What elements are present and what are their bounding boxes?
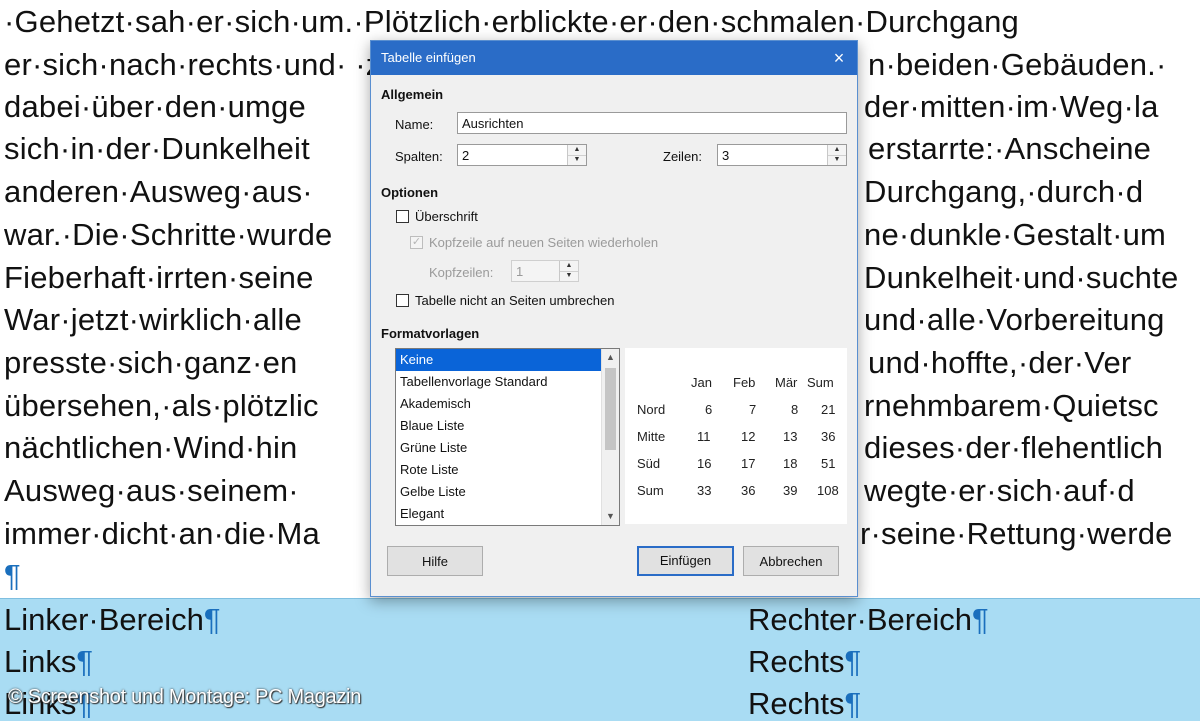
text-line: dieses·der·flehentlich (864, 430, 1164, 465)
preview-row-label: Mitte (637, 429, 666, 444)
preview-cell: 13 (783, 429, 798, 444)
name-label: Name: (395, 117, 434, 132)
list-item[interactable]: Rote Liste (396, 459, 619, 481)
preview-header: Mär (775, 375, 798, 390)
scroll-up-icon[interactable]: ▲ (602, 349, 619, 366)
preview-cell: 51 (821, 456, 836, 471)
heading-label: Überschrift (415, 209, 478, 224)
preview-header: Feb (733, 375, 756, 390)
spin-down-icon[interactable]: ▼ (568, 155, 586, 165)
columns-stepper[interactable]: 2 ▲ ▼ (457, 144, 587, 166)
columns-spin[interactable]: ▲ ▼ (567, 145, 586, 165)
scroll-down-icon[interactable]: ▼ (602, 508, 619, 525)
name-field[interactable]: Ausrichten (457, 112, 847, 134)
preview-cell: 33 (697, 483, 712, 498)
text-line: Durchgang,·durch·d (864, 174, 1144, 209)
preview-cell: 17 (741, 456, 756, 471)
text-line: er·sich·nach·rechts·und· ·zwischen·den·b… (4, 47, 370, 82)
list-item[interactable]: Keine (396, 349, 619, 371)
repeat-header-checkbox[interactable]: ✓ (410, 236, 423, 249)
preview-cell: 21 (821, 402, 836, 417)
preview-cell: 7 (749, 402, 757, 417)
table-cell-left[interactable]: Linker·Bereich¶ (4, 600, 221, 640)
table-cell-right[interactable]: Rechts¶ (748, 684, 861, 724)
text-line: ·Gehetzt·sah·er·sich·um.·Plötzlich·erbli… (4, 4, 1019, 39)
preview-cell: 11 (697, 429, 711, 444)
list-item[interactable]: Akademisch (396, 393, 619, 415)
spin-down-icon[interactable]: ▼ (828, 155, 846, 165)
columns-label: Spalten: (395, 149, 443, 164)
rows-label: Zeilen: (663, 149, 703, 164)
preview-cell: 6 (705, 402, 713, 417)
style-list[interactable]: Keine Tabellenvorlage Standard Akademisc… (395, 348, 620, 526)
scroll-thumb[interactable] (605, 368, 616, 450)
preview-header: Jan (691, 375, 712, 390)
columns-value: 2 (462, 148, 470, 163)
header-rows-spin[interactable]: ▲ ▼ (559, 261, 578, 281)
insert-button[interactable]: Einfügen (637, 546, 734, 576)
preview-cell: 18 (783, 456, 798, 471)
preview-cell: 39 (783, 483, 798, 498)
text-line: rnehmbarem·Quietsc (864, 388, 1159, 423)
text-line: ne·dunkle·Gestalt·um (864, 217, 1167, 252)
no-split-label: Tabelle nicht an Seiten umbrechen (415, 293, 615, 308)
text-line: Dunkelheit·und·suchte (864, 260, 1179, 295)
section-styles: Formatvorlagen (381, 326, 480, 341)
rows-stepper[interactable]: 3 ▲ ▼ (717, 144, 847, 166)
preview-row-label: Sum (637, 483, 664, 498)
close-icon[interactable]: × (821, 41, 857, 75)
dialog-title: Tabelle einfügen (381, 50, 476, 65)
preview-row-label: Süd (637, 456, 661, 471)
header-rows-stepper[interactable]: 1 ▲ ▼ (511, 260, 579, 282)
table-cell-left[interactable]: Links¶ (4, 642, 93, 682)
rows-value: 3 (722, 148, 730, 163)
cancel-button[interactable]: Abbrechen (743, 546, 839, 576)
preview-cell: 8 (791, 402, 799, 417)
list-item[interactable]: Elegant (396, 503, 619, 525)
list-item[interactable]: Gelbe Liste (396, 481, 619, 503)
section-general: Allgemein (381, 87, 444, 102)
list-item[interactable]: Blaue Liste (396, 415, 619, 437)
header-rows-label: Kopfzeilen: (429, 265, 494, 280)
dialog-titlebar[interactable]: Tabelle einfügen × (371, 41, 857, 75)
spin-down-icon[interactable]: ▼ (560, 271, 578, 281)
preview-header: Sum (807, 375, 834, 390)
table-preview: Jan Feb Mär Sum Nord 6 7 8 21 Mitte 11 1… (625, 348, 847, 524)
list-item[interactable]: Tabellenvorlage Standard (396, 371, 619, 393)
text-line: erstarrte:·Anscheine (868, 131, 1152, 166)
text-line: der·mitten·im·Weg·la (864, 89, 1159, 124)
text-line: und·hoffte,·der·Ver (868, 345, 1132, 380)
heading-checkbox[interactable] (396, 210, 409, 223)
preview-cell: 108 (817, 483, 839, 498)
table-cell-right[interactable]: Rechter·Bereich¶ (748, 600, 989, 640)
insert-table-dialog: Tabelle einfügen × Allgemein Name: Ausri… (370, 40, 858, 597)
repeat-header-label: Kopfzeile auf neuen Seiten wiederholen (429, 235, 659, 250)
rows-spin[interactable]: ▲ ▼ (827, 145, 846, 165)
text-line: und·alle·Vorbereitung (864, 302, 1165, 337)
text-line: wegte·er·sich·auf·d (864, 473, 1135, 508)
preview-row-label: Nord (637, 402, 666, 417)
preview-cell: 36 (821, 429, 836, 444)
preview-cell: 16 (697, 456, 712, 471)
copyright-watermark: © Screenshot und Montage: PC Magazin (8, 686, 362, 708)
list-scrollbar[interactable]: ▲ ▼ (601, 349, 619, 525)
text-line: r·seine·Rettung·werde (860, 516, 1173, 551)
preview-cell: 36 (741, 483, 756, 498)
text-line: n·beiden·Gebäuden.· (868, 47, 1167, 82)
section-options: Optionen (381, 185, 439, 200)
preview-cell: 12 (741, 429, 756, 444)
header-rows-value: 1 (516, 264, 524, 279)
no-split-checkbox[interactable] (396, 294, 409, 307)
table-cell-right[interactable]: Rechts¶ (748, 642, 861, 682)
list-item[interactable]: Grüne Liste (396, 437, 619, 459)
help-button[interactable]: Hilfe (387, 546, 483, 576)
